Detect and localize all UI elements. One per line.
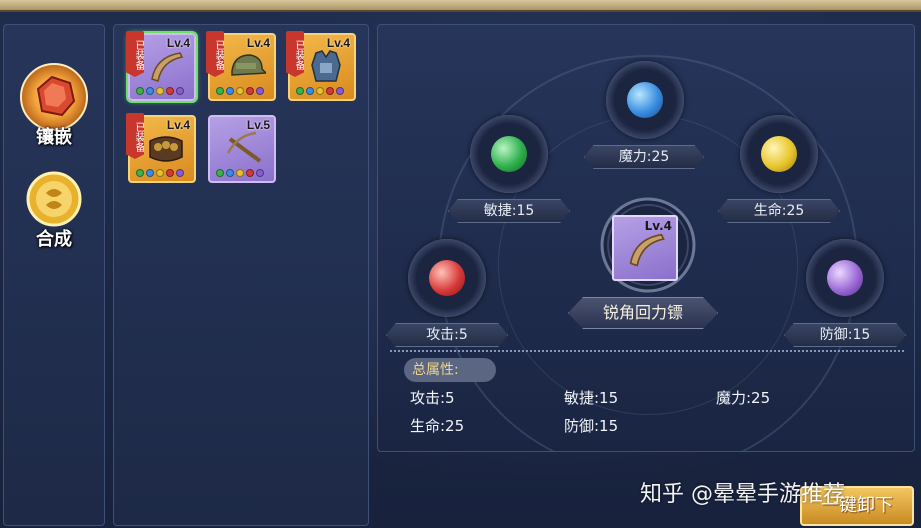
item-level: Lv.4: [246, 36, 270, 50]
total-agility: 敏捷:15: [564, 389, 619, 407]
item-slot-5[interactable]: Lv.5: [208, 115, 276, 183]
gold-coin-icon: [26, 171, 82, 227]
total-defense: 防御:15: [564, 417, 619, 435]
item-slot-3[interactable]: 已装备 Lv.4: [286, 31, 356, 101]
purple-gem-icon: [827, 260, 863, 296]
tab-sidebar: 镶嵌 合成: [3, 24, 105, 526]
armor-vest-icon: [311, 50, 341, 82]
agility-stat-label: 敏捷:15: [448, 199, 570, 223]
total-stats-title: 总属性:: [404, 358, 496, 382]
watermark-text: 知乎 @晕晕手游推荐: [640, 482, 845, 507]
item-level: Lv.4: [326, 36, 350, 50]
item-level: Lv.4: [166, 118, 190, 132]
gem-dots: [216, 169, 264, 177]
crossbow-icon: [226, 131, 262, 163]
cap-icon: [231, 54, 266, 76]
total-life: 生命:25: [410, 417, 465, 435]
magic-stat-label: 魔力:25: [584, 145, 704, 169]
inlay-detail-panel: 魔力:25 敏捷:15 生命:25 攻击:5 防御:15 Lv.4 锐角回力镖 …: [377, 24, 915, 452]
equipped-tag: 已装备: [206, 31, 224, 77]
red-gem-icon: [429, 260, 465, 296]
selected-item-name: 锐角回力镖: [568, 297, 718, 329]
divider: [390, 350, 904, 352]
gem-slot-agility[interactable]: [464, 109, 554, 199]
equipped-tag: 已装备: [126, 31, 144, 77]
gem-dots: [136, 87, 184, 95]
tab-inlay[interactable]: 镶嵌: [4, 55, 104, 165]
blue-gem-icon: [627, 82, 663, 118]
life-stat-label: 生命:25: [718, 199, 840, 223]
gem-slot-life[interactable]: [734, 109, 824, 199]
gem-dots: [296, 87, 344, 95]
boomerang-icon: [151, 52, 184, 82]
attack-stat-label: 攻击:5: [386, 323, 508, 347]
gem-dots: [136, 169, 184, 177]
gem-dots: [216, 87, 264, 95]
gem-slot-attack[interactable]: [402, 233, 492, 323]
top-frame-strip: [0, 0, 921, 12]
tab-inlay-label: 镶嵌: [36, 127, 72, 148]
total-attack: 攻击:5: [410, 389, 455, 407]
item-slot-4[interactable]: 已装备 Lv.4: [126, 113, 196, 183]
item-grid-panel: 已装备 Lv.4 已装备 Lv.4 已装备 Lv.4 已装备 Lv.4 Lv.5: [113, 24, 369, 526]
yellow-gem-icon: [761, 136, 797, 172]
gem-slot-defense[interactable]: [800, 233, 890, 323]
gem-slot-magic[interactable]: [600, 55, 690, 145]
total-magic: 魔力:25: [716, 389, 771, 407]
item-slot-2[interactable]: 已装备 Lv.4: [206, 31, 276, 101]
selected-item-icon[interactable]: Lv.4: [612, 215, 678, 281]
equipped-tag: 已装备: [286, 31, 304, 77]
item-level: Lv.4: [166, 36, 190, 50]
tab-synthesis-label: 合成: [36, 229, 72, 250]
equipped-tag: 已装备: [126, 113, 144, 159]
tab-synthesis[interactable]: 合成: [4, 165, 104, 275]
defense-stat-label: 防御:15: [784, 323, 906, 347]
green-gem-icon: [491, 136, 527, 172]
selected-item-level: Lv.4: [644, 219, 672, 233]
bullet-belt-icon: [149, 136, 183, 162]
item-level: Lv.5: [246, 118, 270, 132]
boomerang-icon: [629, 233, 665, 267]
item-slot-1[interactable]: 已装备 Lv.4: [126, 31, 196, 101]
